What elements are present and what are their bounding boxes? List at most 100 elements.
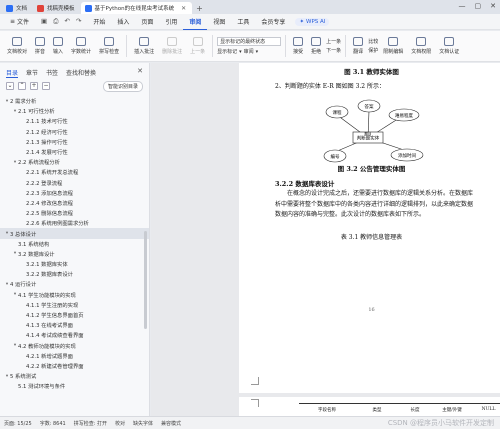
- tab-documents[interactable]: 文档: [2, 2, 33, 14]
- insert-comment-button[interactable]: 插入批注: [131, 37, 157, 55]
- next-change-button[interactable]: 下一条: [326, 47, 341, 54]
- document-page-next[interactable]: 字段名称 类型 长度 主键/外键 NULL: [239, 397, 500, 416]
- close-window-button[interactable]: ✕: [490, 2, 496, 10]
- toc-item[interactable]: 4.2.2 新建试卷管理界面: [0, 361, 149, 371]
- smart-toc-button[interactable]: 智能识别目录: [102, 80, 143, 92]
- wps-ai-button[interactable]: ✦ WPS AI: [295, 17, 330, 26]
- prev-comment-button[interactable]: 上一条: [187, 37, 208, 55]
- toc-item[interactable]: 2.2.1 系统开发总流程: [0, 167, 149, 177]
- maximize-button[interactable]: ▢: [475, 2, 482, 10]
- translate-button[interactable]: 翻译: [350, 37, 366, 55]
- toc-item[interactable]: 3.2.2 数据库表设计: [0, 269, 149, 279]
- menu-reference[interactable]: 引用: [159, 14, 183, 30]
- toc-item[interactable]: 2.2.4 修改信息流程: [0, 198, 149, 208]
- collapse-icon[interactable]: ⌄: [6, 82, 14, 90]
- print-icon[interactable]: ⎙: [53, 17, 58, 26]
- new-tab-button[interactable]: +: [192, 4, 207, 13]
- restrict-edit-button[interactable]: 限制编辑: [380, 37, 406, 55]
- toc-item[interactable]: 2.1.4 发展可行性: [0, 147, 149, 157]
- toc-item[interactable]: 3.2.1 数据库实体: [0, 259, 149, 269]
- doc-certify-button[interactable]: 文档认证: [436, 37, 462, 55]
- tab-current-document[interactable]: 基于Python的在线昆虫考试系统 ✕: [80, 2, 193, 14]
- page-indicator[interactable]: 页面: 15/25: [4, 420, 32, 427]
- toc-item[interactable]: ▾ 2.2 系统流程分析: [0, 157, 149, 167]
- data-table: 字段名称 类型 长度 主键/外键 NULL: [299, 403, 500, 416]
- menu-review[interactable]: 审阅: [183, 14, 208, 30]
- expand-icon[interactable]: ⌃: [18, 82, 26, 90]
- toc-item[interactable]: ▾ 3.2 数据库设计: [0, 249, 149, 259]
- word-count-button[interactable]: 字数统计: [68, 37, 94, 55]
- doc-permission-button[interactable]: 文档权限: [408, 37, 434, 55]
- markup-select[interactable]: 显示标记的最终状态: [217, 37, 282, 46]
- toc-item[interactable]: 4.1.1 学生注册的实现: [0, 300, 149, 310]
- toc-item[interactable]: 4.1.2 学生信息界面首页: [0, 310, 149, 320]
- toc-item[interactable]: 2.2.6 系统用例图需求分析: [0, 218, 149, 228]
- menu-insert[interactable]: 插入: [111, 14, 135, 30]
- file-menu[interactable]: ≡ 文件: [4, 14, 35, 30]
- toc-item[interactable]: 5.1 测试环境与条件: [0, 381, 149, 391]
- compare-button[interactable]: 比较: [368, 38, 378, 45]
- nav-tab-toc[interactable]: 目录: [6, 68, 19, 78]
- toc-item[interactable]: 2.1.3 操作可行性: [0, 137, 149, 147]
- tab-templates[interactable]: 找稿壳模板: [33, 2, 81, 14]
- nav-tab-find-replace[interactable]: 查找和替换: [66, 68, 96, 78]
- toc-item[interactable]: ▾ 2.1 可行性分析: [0, 106, 149, 116]
- toc-item[interactable]: 4.1.3 在线考试界面: [0, 320, 149, 330]
- menu-view[interactable]: 视图: [207, 14, 231, 30]
- comment-icon: [139, 37, 150, 46]
- protect-button[interactable]: 保护: [368, 47, 378, 54]
- undo-icon[interactable]: ↶: [64, 17, 69, 26]
- compare-label: 比较: [368, 39, 379, 45]
- toc-item-label: 2.1.3 操作可行性: [26, 139, 68, 146]
- document-page[interactable]: 图 3.1 教师实体图 2、判断题的实体 E-R 图如图 3.2 所示： 判断题…: [239, 63, 500, 393]
- nav-tab-chapters[interactable]: 章节: [26, 68, 38, 78]
- toc-item[interactable]: ▾ 3 总体设计: [0, 228, 149, 239]
- compat-mode-status: 兼容模式: [161, 420, 182, 427]
- toc-item[interactable]: ▾ 5 系统测试: [0, 371, 149, 381]
- paragraph-line: 析中需要将整个数据库中的各类内容进行详细的逻辑排列，以此来确定数据: [275, 200, 474, 208]
- nav-tab-bookmarks[interactable]: 书签: [46, 68, 58, 78]
- missing-font-status[interactable]: 缺失字体: [133, 420, 153, 427]
- remove-heading-icon[interactable]: −: [42, 82, 50, 90]
- er-attribute: 难易程度: [395, 112, 413, 119]
- input-button[interactable]: 输入: [50, 37, 66, 55]
- toc-item[interactable]: ▾ 4.1 学生功能模块的实现: [0, 290, 149, 300]
- save-icon[interactable]: ▣: [41, 17, 47, 26]
- toc-item[interactable]: 3.1 系统结构: [0, 239, 149, 249]
- toc-item[interactable]: 2.1.2 经济可行性: [0, 127, 149, 137]
- toc-item[interactable]: ▾ 4 运行设计: [0, 279, 149, 289]
- toc-item[interactable]: ▾ 2 需求分析: [0, 96, 149, 106]
- toc-item[interactable]: 2.2.5 删除信息流程: [0, 208, 149, 218]
- pinyin-button[interactable]: 拼音: [32, 37, 48, 55]
- reject-button[interactable]: 拒绝: [308, 37, 324, 55]
- menu-vip[interactable]: 会员专享: [255, 14, 291, 30]
- menu-start[interactable]: 开始: [87, 14, 111, 30]
- toc-item[interactable]: 4.2.1 新增试题界面: [0, 351, 149, 361]
- toc-item[interactable]: ▾ 4.2 教师功能模块的实现: [0, 341, 149, 351]
- toc-item[interactable]: 2.2.2 登录流程: [0, 178, 149, 188]
- accept-button[interactable]: 接受: [290, 37, 306, 55]
- toc-item-label: 4.2.1 新增试题界面: [26, 353, 73, 360]
- spell-check-button[interactable]: 拼写检查: [96, 37, 122, 55]
- add-heading-icon[interactable]: +: [30, 82, 38, 90]
- prev-change-button[interactable]: 上一条: [326, 38, 341, 45]
- toc-item[interactable]: 4.1.4 考试成绩查看界面: [0, 330, 149, 340]
- paragraph-line: 数据内容的准确与完整。此次设计的数据库表如下所示。: [275, 211, 426, 218]
- proofread-button[interactable]: 文档校对: [4, 37, 30, 55]
- close-tab-icon[interactable]: ✕: [181, 5, 186, 12]
- word-count[interactable]: 字数: 8641: [40, 420, 66, 427]
- minimize-button[interactable]: —: [459, 2, 466, 10]
- toc-item[interactable]: 2.1.1 技术可行性: [0, 116, 149, 126]
- redo-icon[interactable]: ↷: [76, 17, 81, 26]
- show-markup-button[interactable]: 显示标记 ▾ 审阅 ▾: [217, 48, 281, 56]
- spell-check-status[interactable]: 拼写检查: 打开: [74, 420, 107, 427]
- menu-tools[interactable]: 工具: [231, 14, 255, 30]
- nav-scrollbar[interactable]: [144, 231, 147, 329]
- table-header: 类型: [372, 408, 382, 413]
- menu-page[interactable]: 页面: [135, 14, 159, 30]
- proof-status[interactable]: 校对: [115, 420, 125, 427]
- toc-item[interactable]: 2.2.3 添加信息流程: [0, 188, 149, 198]
- delete-comment-button[interactable]: 删除批注: [159, 37, 185, 55]
- close-pane-icon[interactable]: ✕: [137, 67, 143, 75]
- toc-item-label: 2 需求分析: [10, 99, 37, 106]
